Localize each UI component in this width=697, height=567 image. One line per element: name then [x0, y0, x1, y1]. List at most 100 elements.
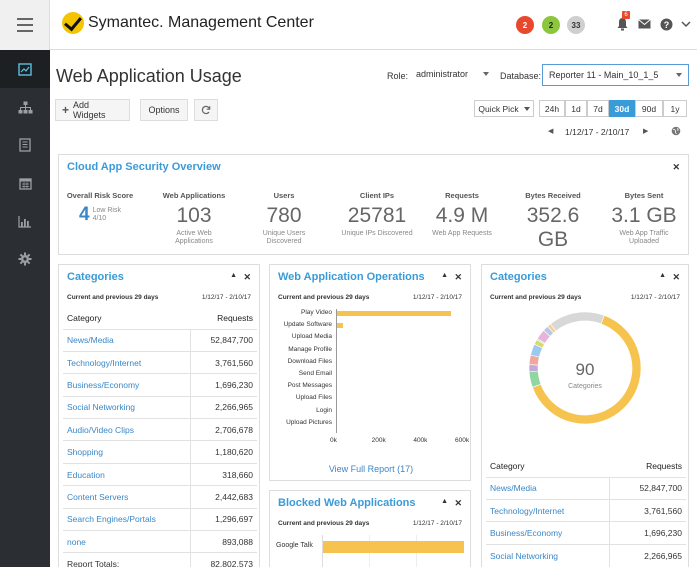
database-select[interactable]: Reporter 11 - Main_10_1_5 [542, 64, 689, 86]
chevron-down-icon [483, 72, 489, 76]
nav-dashboard[interactable] [0, 50, 50, 88]
bar[interactable] [323, 541, 464, 553]
table-row[interactable]: Content Servers 2,442,683 [63, 485, 257, 509]
quick-pick-dropdown[interactable]: Quick Pick [474, 100, 534, 117]
close-icon[interactable]: ✕ [454, 498, 462, 509]
widget-title: Categories [67, 271, 124, 283]
category-link[interactable]: Search Engines/Portals [63, 507, 191, 531]
category-link[interactable]: Social Networking [63, 395, 191, 419]
main-content: Web Application Usage Role: administrato… [50, 50, 697, 567]
stat-value: 780 [266, 204, 302, 227]
help-icon[interactable]: ? [658, 15, 674, 33]
next-period-icon[interactable]: ▶ [643, 127, 648, 135]
add-widgets-button[interactable]: + Add Widgets [55, 99, 130, 121]
date-range: 1/12/17 - 2/10/17 [565, 127, 630, 137]
users-stat[interactable]: Users 780 Unique Users Discovered [245, 191, 323, 247]
category-link[interactable]: Content Servers [63, 485, 191, 509]
nav-policies[interactable] [0, 126, 50, 164]
category-link[interactable]: Business/Economy [486, 521, 611, 545]
collapse-icon[interactable]: ▲ [441, 272, 448, 279]
view-full-report-link[interactable]: View Full Report (17) [270, 464, 472, 474]
categories-widget-right: Categories ▲ ✕ Current and previous 29 d… [481, 264, 689, 567]
column-header-requests[interactable]: Requests [190, 307, 257, 329]
bar-category-label: Login [316, 406, 332, 414]
table-row[interactable]: Search Engines/Portals 1,296,697 [63, 507, 257, 531]
role-select[interactable]: administrator [410, 64, 495, 86]
range-1y-button[interactable]: 1y [663, 100, 687, 117]
refresh-button[interactable] [194, 99, 218, 121]
nav-settings[interactable] [0, 240, 50, 278]
svg-text:?: ? [663, 20, 669, 30]
nav-calendar[interactable] [0, 164, 50, 202]
overview-card: Cloud App Security Overview ✕ Overall Ri… [58, 154, 689, 255]
range-1d-button[interactable]: 1d [565, 100, 587, 117]
info-alert-badge[interactable]: 33 [567, 16, 585, 34]
ok-alert-badge[interactable]: 2 [542, 16, 560, 34]
category-link[interactable]: none [63, 530, 191, 553]
requests-cell: 2,266,965 [609, 543, 686, 567]
category-link[interactable]: Audio/Video Clips [63, 418, 191, 441]
bar-category-label: Upload Files [295, 394, 332, 402]
bar-category-label: Manage Profile [288, 345, 332, 353]
category-link[interactable]: Technology/Internet [486, 498, 611, 522]
table-row[interactable]: News/Media 52,847,700 [63, 328, 257, 352]
client-ips-stat[interactable]: Client IPs 25781 Unique IPs Discovered [327, 191, 427, 238]
donut-center-value: 90 [575, 360, 595, 379]
web-applications-stat[interactable]: Web Applications 103 Active Web Applicat… [153, 191, 235, 247]
close-icon[interactable]: ✕ [672, 162, 680, 173]
bytes-sent-stat[interactable]: Bytes Sent 3.1 GB Web App Traffic Upload… [605, 191, 683, 247]
timezone-globe-icon[interactable] [671, 126, 681, 138]
bar[interactable] [337, 311, 451, 316]
collapse-icon[interactable]: ▲ [230, 272, 237, 279]
table-row[interactable]: none 893,088 [63, 530, 257, 553]
critical-alert-badge[interactable]: 2 [516, 16, 534, 34]
table-row[interactable]: News/Media 52,847,700 [486, 476, 686, 500]
table-row[interactable]: Social Networking 2,266,965 [63, 395, 257, 419]
range-7d-button[interactable]: 7d [587, 100, 609, 117]
category-link[interactable]: Education [63, 462, 191, 486]
refresh-icon [201, 105, 211, 115]
column-header-category[interactable]: Category [63, 307, 190, 329]
range-30d-button[interactable]: 30d [609, 100, 635, 117]
bar[interactable] [337, 323, 344, 329]
table-row[interactable]: Business/Economy 1,696,230 [486, 521, 686, 545]
close-icon[interactable]: ✕ [243, 272, 251, 283]
table-row[interactable]: Technology/Internet 3,761,560 [486, 498, 686, 522]
stat-header: Web Applications [162, 191, 226, 200]
nav-hierarchy[interactable] [0, 88, 50, 126]
bytes-received-stat[interactable]: Bytes Received 352.6 GB [514, 191, 592, 252]
category-link[interactable]: Shopping [63, 440, 191, 464]
nav-reports[interactable] [0, 202, 50, 240]
chevron-down-icon[interactable] [678, 15, 694, 33]
category-link[interactable]: Social Networking [486, 543, 611, 567]
options-button[interactable]: Options [140, 99, 188, 121]
checkmark-logo-icon [62, 12, 84, 34]
table-row[interactable]: Audio/Video Clips 2,706,678 [63, 418, 257, 441]
operations-widget: Web Application Operations ▲ ✕ Current a… [269, 264, 471, 481]
close-icon[interactable]: ✕ [672, 272, 680, 283]
overview-title: Cloud App Security Overview [67, 161, 221, 173]
close-icon[interactable]: ✕ [454, 272, 462, 283]
requests-cell: 318,660 [190, 462, 257, 486]
table-row[interactable]: Business/Economy 1,696,230 [63, 373, 257, 397]
totals-row: Report Totals: 82,802,573 [63, 552, 257, 567]
category-link[interactable]: News/Media [63, 328, 191, 352]
donut-slice[interactable] [549, 311, 605, 332]
range-90d-button[interactable]: 90d [635, 100, 663, 117]
menu-icon[interactable] [0, 0, 50, 50]
table-row[interactable]: Education 318,660 [63, 462, 257, 486]
collapse-icon[interactable]: ▲ [659, 272, 666, 279]
previous-period-icon[interactable]: ◀ [548, 127, 553, 135]
category-link[interactable]: News/Media [486, 476, 611, 500]
mail-icon[interactable] [636, 15, 652, 33]
column-header-requests[interactable]: Requests [610, 455, 686, 477]
table-row[interactable]: Technology/Internet 3,761,560 [63, 350, 257, 374]
table-row[interactable]: Shopping 1,180,620 [63, 440, 257, 464]
table-row[interactable]: Social Networking 2,266,965 [486, 543, 686, 567]
requests-stat[interactable]: Requests 4.9 M Web App Requests [423, 191, 501, 238]
category-link[interactable]: Business/Economy [63, 373, 191, 397]
range-24h-button[interactable]: 24h [539, 100, 565, 117]
collapse-icon[interactable]: ▲ [441, 498, 448, 505]
category-link[interactable]: Technology/Internet [63, 350, 191, 374]
column-header-category[interactable]: Category [486, 455, 610, 477]
